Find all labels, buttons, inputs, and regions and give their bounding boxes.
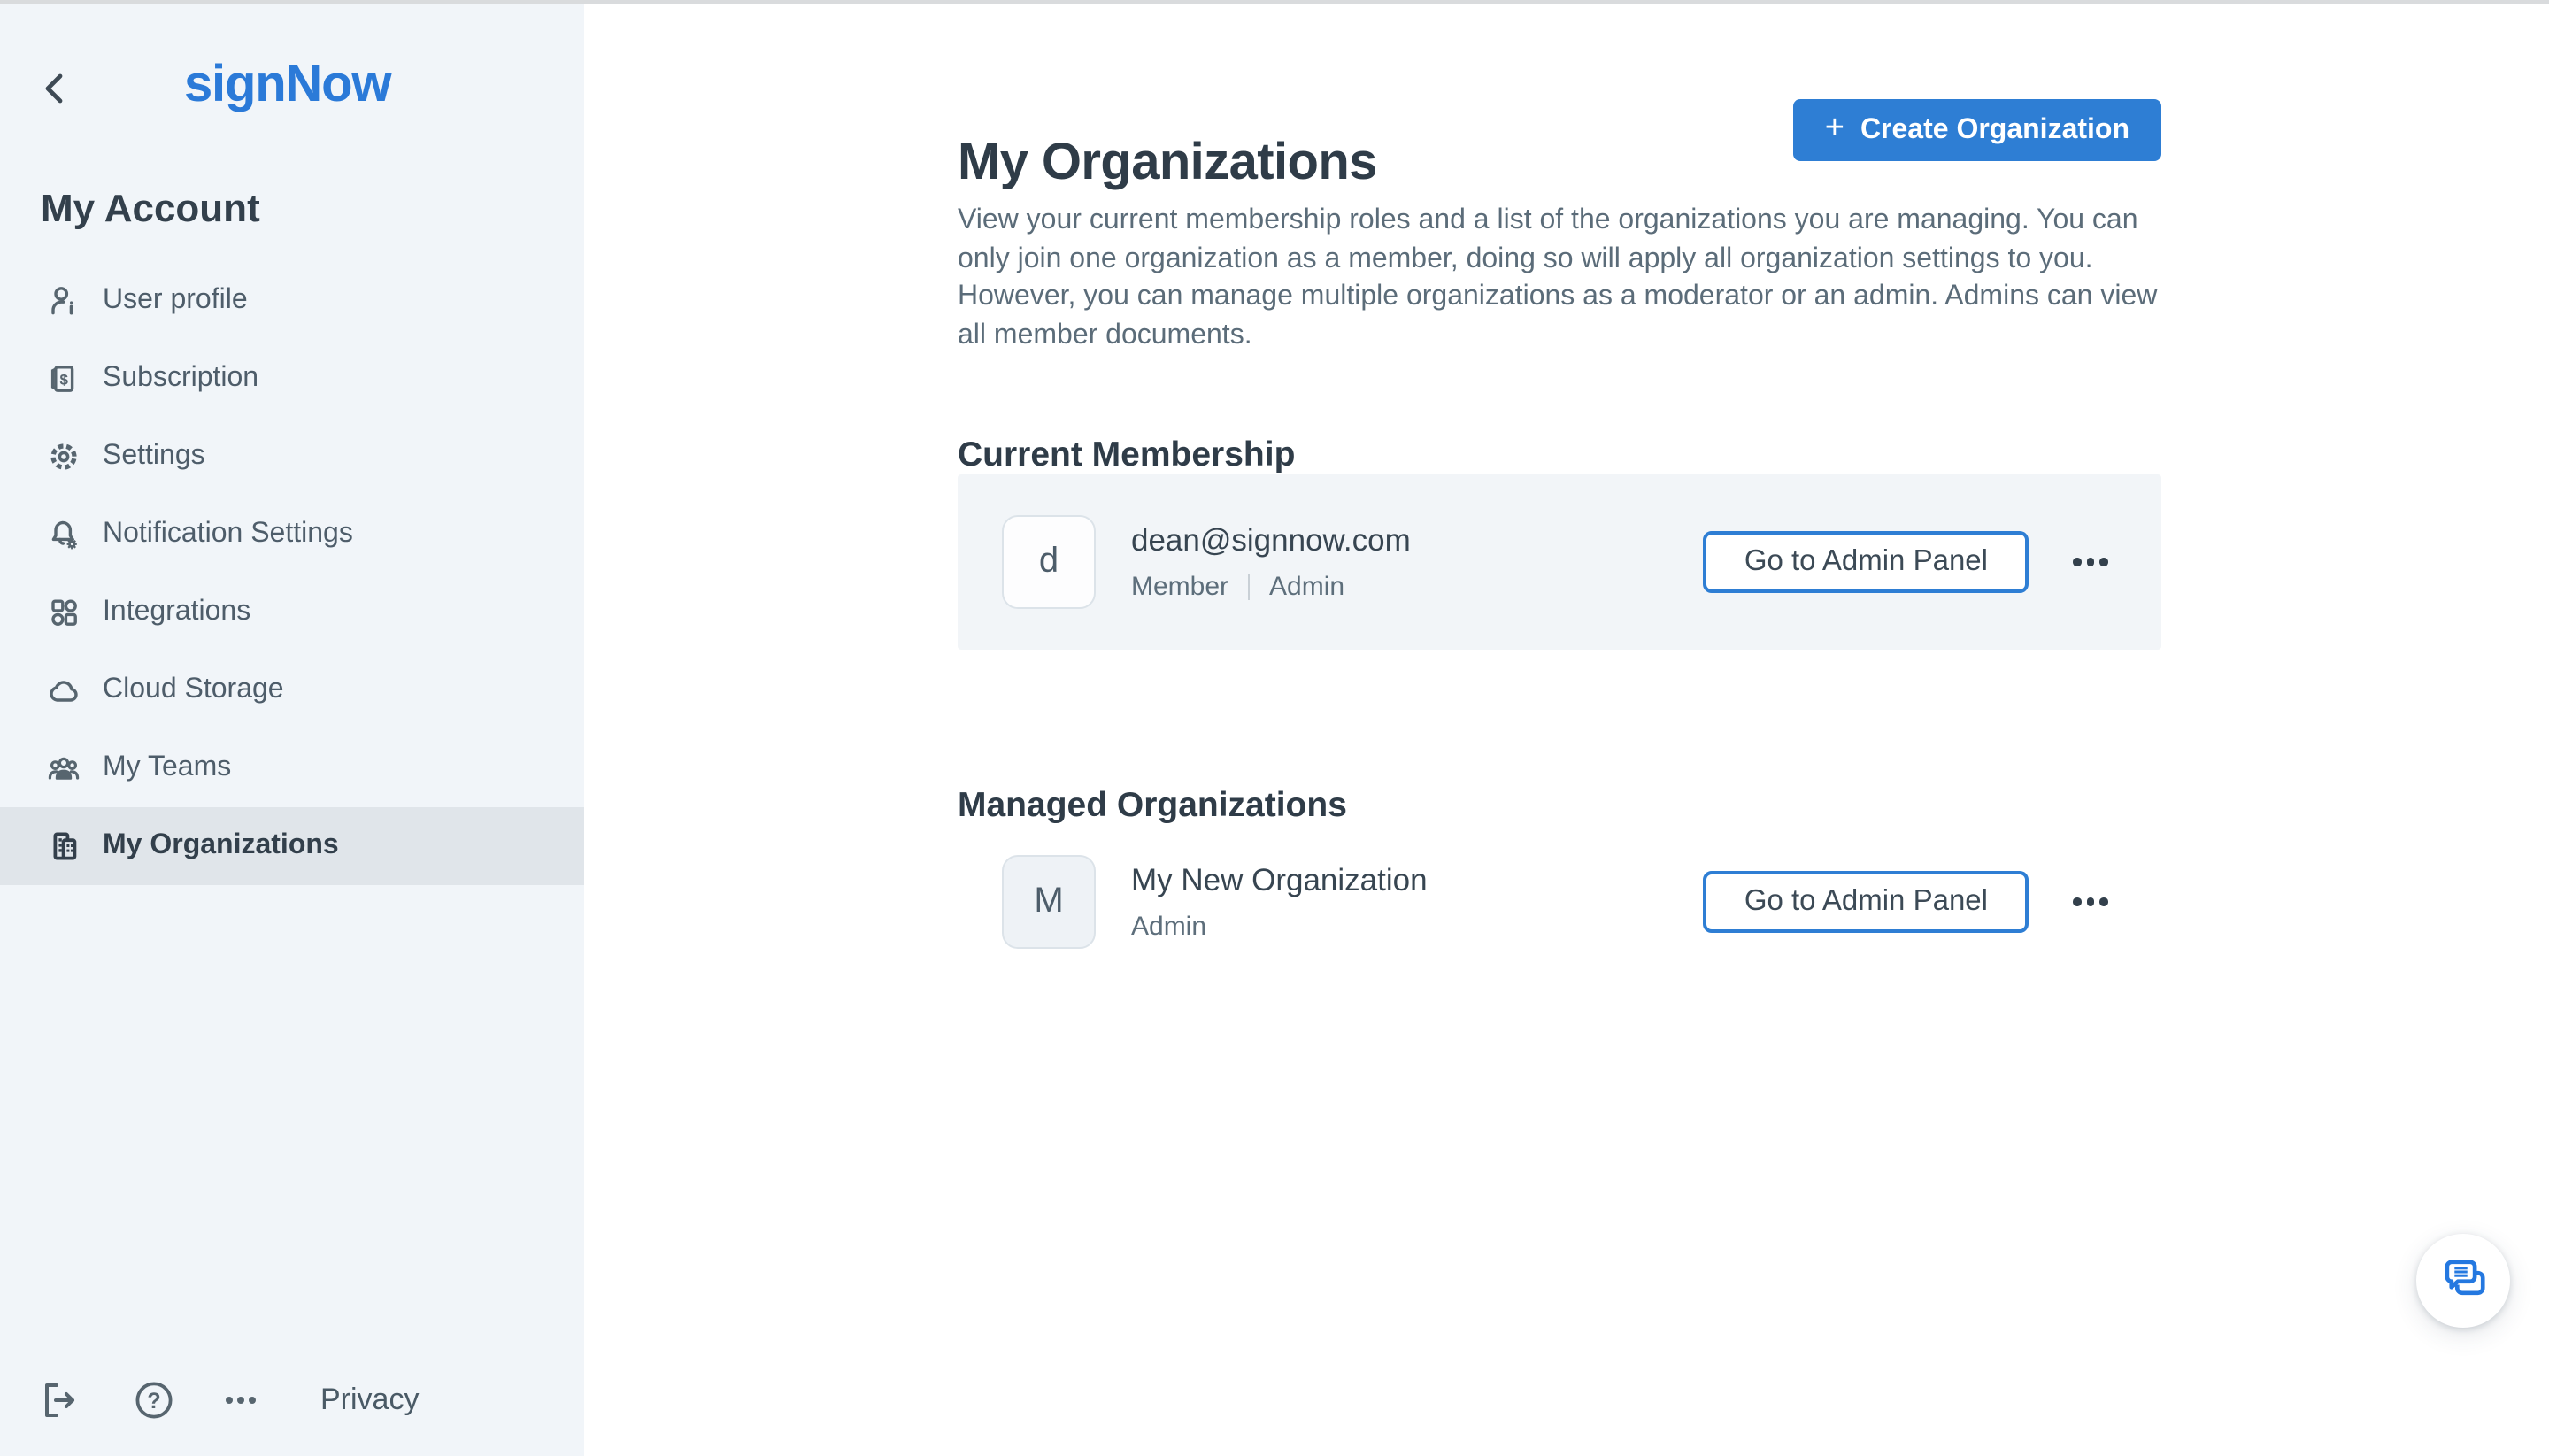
sidebar-footer: ? Privacy xyxy=(0,1376,584,1426)
app-window: signNow My Account User profile $ Subscr… xyxy=(0,0,2549,1456)
signnow-logo[interactable]: signNow xyxy=(184,57,391,115)
avatar: M xyxy=(1002,855,1096,949)
page-title: My Organizations xyxy=(958,135,1377,192)
more-options-button[interactable] xyxy=(216,1376,266,1426)
membership-row: d dean@signnow.com Member Admin Go to Ad… xyxy=(958,474,2161,650)
logout-button[interactable] xyxy=(35,1376,85,1426)
role-badge-admin: Admin xyxy=(1269,572,1345,602)
sidebar-item-settings[interactable]: Settings xyxy=(0,418,584,496)
gear-icon xyxy=(46,439,81,474)
sidebar-item-user-profile[interactable]: User profile xyxy=(0,262,584,340)
row-more-button[interactable] xyxy=(2073,549,2108,575)
main-area: My Organizations + Create Organization V… xyxy=(584,4,2549,1456)
sidebar-item-my-organizations[interactable]: My Organizations xyxy=(0,807,584,885)
role-divider xyxy=(1248,574,1251,600)
avatar: d xyxy=(1002,515,1096,609)
sidebar-item-integrations[interactable]: Integrations xyxy=(0,574,584,651)
organization-row: M My New Organization Admin Go to Admin … xyxy=(958,814,2161,990)
svg-text:$: $ xyxy=(59,372,68,389)
role-badge-admin: Admin xyxy=(1131,912,1207,942)
sidebar-item-label: User profile xyxy=(103,285,248,315)
sidebar-item-my-teams[interactable]: My Teams xyxy=(0,729,584,807)
cloud-icon xyxy=(46,673,81,708)
chat-bubbles-icon xyxy=(2438,1253,2488,1308)
sidebar-item-label: Integrations xyxy=(103,597,251,627)
buildings-icon xyxy=(46,828,81,864)
create-organization-label: Create Organization xyxy=(1860,114,2129,144)
page-description: View your current membership roles and a… xyxy=(958,205,2158,350)
sidebar: signNow My Account User profile $ Subscr… xyxy=(0,4,584,1456)
bell-gear-icon xyxy=(46,517,81,552)
sidebar-item-label: My Organizations xyxy=(103,830,339,860)
membership-email: dean@signnow.com xyxy=(1131,522,1411,558)
subscription-icon: $ xyxy=(46,361,81,397)
chat-fab-button[interactable] xyxy=(2416,1234,2510,1328)
ellipsis-icon xyxy=(218,1396,264,1428)
integrations-icon xyxy=(46,595,81,630)
create-organization-button[interactable]: + Create Organization xyxy=(1792,99,2161,161)
chevron-left-icon xyxy=(35,73,78,115)
organization-roles: Admin xyxy=(1131,912,1206,942)
organization-name: My New Organization xyxy=(1131,862,1428,897)
help-button[interactable]: ? xyxy=(129,1376,179,1426)
sidebar-item-label: My Teams xyxy=(103,752,232,782)
row-more-button[interactable] xyxy=(2073,889,2108,915)
plus-icon: + xyxy=(1824,110,1844,147)
sidebar-item-cloud-storage[interactable]: Cloud Storage xyxy=(0,651,584,729)
go-to-admin-panel-button[interactable]: Go to Admin Panel xyxy=(1703,531,2029,593)
role-badge-member: Member xyxy=(1131,572,1229,602)
sidebar-item-notification-settings[interactable]: Notification Settings xyxy=(0,496,584,574)
go-to-admin-panel-button[interactable]: Go to Admin Panel xyxy=(1703,871,2029,933)
user-profile-icon xyxy=(46,283,81,319)
question-circle-icon: ? xyxy=(131,1381,177,1428)
svg-text:?: ? xyxy=(147,1388,160,1413)
back-button[interactable] xyxy=(35,67,78,110)
people-icon xyxy=(46,751,81,786)
section-heading-current-membership: Current Membership xyxy=(958,435,1296,475)
sidebar-item-label: Subscription xyxy=(103,363,259,393)
privacy-link[interactable]: Privacy xyxy=(320,1382,419,1417)
sidebar-section-title: My Account xyxy=(41,186,260,230)
sidebar-item-label: Settings xyxy=(103,441,205,471)
sidebar-menu: User profile $ Subscription Settings Not… xyxy=(0,262,584,885)
sidebar-item-subscription[interactable]: $ Subscription xyxy=(0,340,584,418)
sidebar-item-label: Notification Settings xyxy=(103,519,353,549)
membership-roles: Member Admin xyxy=(1131,572,1344,602)
logout-icon xyxy=(37,1383,83,1428)
sidebar-item-label: Cloud Storage xyxy=(103,674,284,705)
